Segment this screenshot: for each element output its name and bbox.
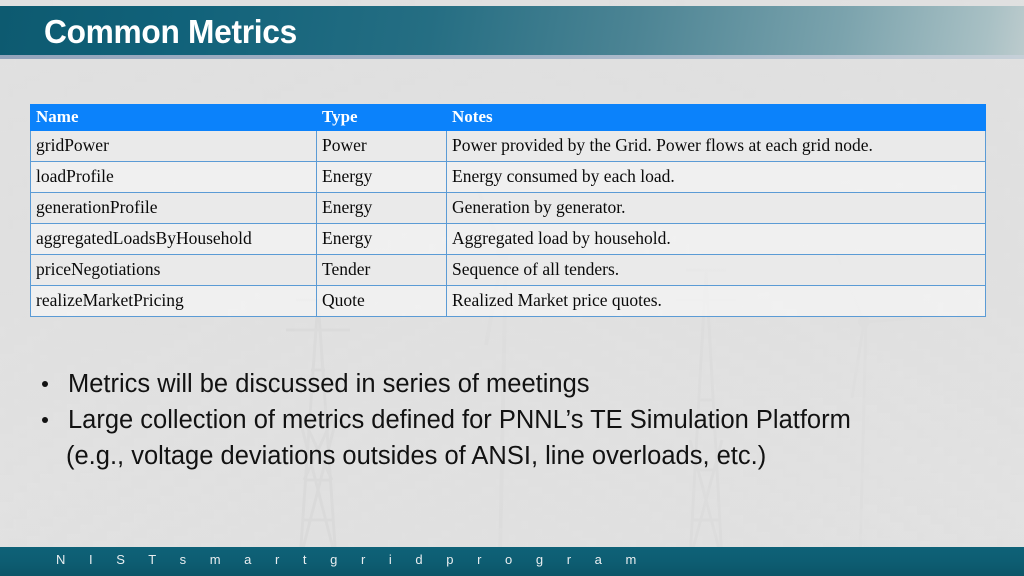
common-metrics-table: Name Type Notes gridPower Power Power pr… [30,104,986,317]
column-header-type: Type [316,104,447,131]
footer-label: N I S T s m a r t g r i d p r o g r a m [56,552,647,567]
table-row: gridPower Power Power provided by the Gr… [30,130,986,162]
column-header-name: Name [30,104,317,131]
cell-metric-type: Power [316,130,447,162]
cell-metric-notes: Aggregated load by household. [446,223,986,255]
cell-metric-type: Energy [316,192,447,224]
cell-metric-type: Tender [316,254,447,286]
column-header-notes: Notes [446,104,986,131]
table-header-row: Name Type Notes [30,104,986,131]
footer-band: N I S T s m a r t g r i d p r o g r a m [0,547,1024,576]
cell-metric-notes: Power provided by the Grid. Power flows … [446,130,986,162]
table-row: aggregatedLoadsByHousehold Energy Aggreg… [30,223,986,255]
list-item: Metrics will be discussed in series of m… [36,366,966,402]
table-row: priceNegotiations Tender Sequence of all… [30,254,986,286]
list-item: Large collection of metrics defined for … [36,402,966,474]
cell-metric-notes: Sequence of all tenders. [446,254,986,286]
cell-metric-type: Energy [316,223,447,255]
bullet-list: Metrics will be discussed in series of m… [36,366,966,474]
cell-metric-notes: Energy consumed by each load. [446,161,986,193]
cell-metric-notes: Realized Market price quotes. [446,285,986,317]
bullet-dot-icon [42,417,48,423]
cell-metric-name: priceNegotiations [30,254,317,286]
bullet-text: Large collection of metrics defined for … [68,406,851,434]
cell-metric-name: gridPower [30,130,317,162]
slide: Common Metrics Name Type Notes gridPower… [0,0,1024,576]
cell-metric-name: loadProfile [30,161,317,193]
table-row: realizeMarketPricing Quote Realized Mark… [30,285,986,317]
table-row: loadProfile Energy Energy consumed by ea… [30,161,986,193]
cell-metric-type: Quote [316,285,447,317]
bullet-text-continuation: (e.g., voltage deviations outsides of AN… [66,442,767,470]
cell-metric-notes: Generation by generator. [446,192,986,224]
cell-metric-name: realizeMarketPricing [30,285,317,317]
cell-metric-name: aggregatedLoadsByHousehold [30,223,317,255]
cell-metric-type: Energy [316,161,447,193]
bullet-text: Metrics will be discussed in series of m… [68,370,590,398]
page-title: Common Metrics [44,13,297,50]
cell-metric-name: generationProfile [30,192,317,224]
table-row: generationProfile Energy Generation by g… [30,192,986,224]
bullet-dot-icon [42,381,48,387]
slide-title-band: Common Metrics [0,6,1024,59]
